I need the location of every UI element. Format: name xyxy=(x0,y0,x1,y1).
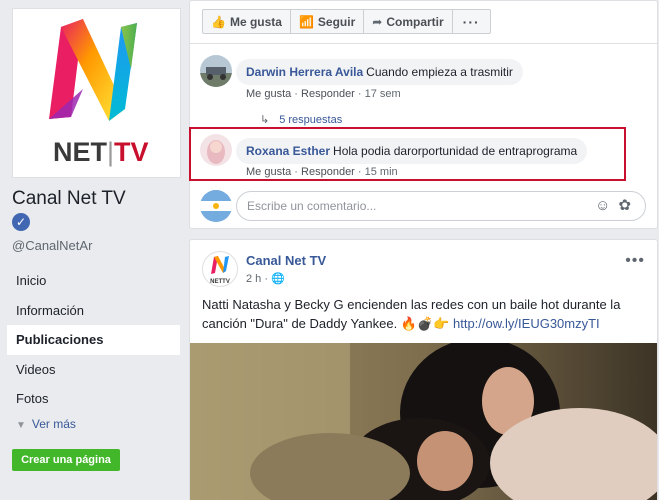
comment-like-link[interactable]: Me gusta xyxy=(246,88,291,100)
current-user-avatar[interactable] xyxy=(200,190,232,222)
nav-item-informacion[interactable]: Información xyxy=(7,296,180,326)
see-more-link[interactable]: ▼ Ver más xyxy=(16,417,76,431)
comment-time[interactable]: 17 sem xyxy=(365,88,401,100)
page-name[interactable]: Canal Net TV xyxy=(12,188,126,210)
page-profile-picture[interactable]: NET|TV xyxy=(12,8,181,178)
highlight-box xyxy=(189,127,626,181)
comment-input[interactable]: Escribe un comentario... ☺✿ xyxy=(236,191,646,221)
nav-item-publicaciones[interactable]: Publicaciones xyxy=(7,325,180,355)
like-page-button[interactable]: 👍 Me gusta xyxy=(203,10,291,33)
post-photo-image xyxy=(190,343,657,500)
comment-author-link[interactable]: Darwin Herrera Avila xyxy=(246,65,363,79)
share-arrow-icon: ➦ xyxy=(372,14,383,29)
comment-reply-link[interactable]: Responder xyxy=(301,88,355,100)
svg-text:NETTV: NETTV xyxy=(210,279,230,285)
page-action-bar: 👍 Me gusta 📶 Seguir ➦ Compartir ··· xyxy=(202,9,491,34)
more-options-button[interactable]: ··· xyxy=(453,10,490,33)
share-button[interactable]: ➦ Compartir xyxy=(364,10,453,33)
see-more-label: Ver más xyxy=(31,417,76,431)
sticker-icon[interactable]: ✿ xyxy=(618,197,639,214)
post-card: NETTV Canal Net TV 2 h · 🌐 ••• Natti Nat… xyxy=(189,239,658,500)
post-author-link[interactable]: Canal Net TV xyxy=(246,253,326,268)
comment-meta: Me gusta · Responder · 17 sem xyxy=(246,88,401,100)
follow-label: Seguir xyxy=(317,14,356,29)
net-tv-logo-small: NETTV xyxy=(210,256,230,285)
post-options-icon[interactable]: ••• xyxy=(625,252,645,270)
create-page-button[interactable]: Crear una página xyxy=(12,449,120,471)
comment-text: Cuando empieza a trasmitir xyxy=(366,65,513,79)
verified-check-icon: ✓ xyxy=(12,213,30,231)
follow-button[interactable]: 📶 Seguir xyxy=(291,10,365,33)
divider xyxy=(190,43,657,44)
thumbs-up-icon: 👍 xyxy=(211,14,226,29)
post-photo[interactable] xyxy=(190,343,657,500)
post-time-text: 2 h · xyxy=(246,273,269,285)
nav-item-fotos[interactable]: Fotos xyxy=(7,384,180,414)
post-comments-card: 👍 Me gusta 📶 Seguir ➦ Compartir ··· Darwin … xyxy=(189,0,658,229)
logo-text: NET|TV xyxy=(53,137,149,167)
replies-count: 5 respuestas xyxy=(279,114,343,126)
page-nav: Inicio Información Publicaciones Videos … xyxy=(7,266,180,414)
view-replies-link[interactable]: ↳ 5 respuestas xyxy=(260,113,342,126)
emoji-icon[interactable]: ☺ xyxy=(595,197,618,214)
comment-bubble: Darwin Herrera Avila Cuando empieza a tra… xyxy=(236,59,523,85)
nav-item-videos[interactable]: Videos xyxy=(7,355,180,385)
composer-tools: ☺✿ xyxy=(595,192,639,220)
like-page-label: Me gusta xyxy=(229,14,282,29)
share-label: Compartir xyxy=(386,14,444,29)
commenter-avatar[interactable] xyxy=(200,55,232,87)
post-timestamp[interactable]: 2 h · 🌐 xyxy=(246,272,285,285)
avatar-image xyxy=(200,190,232,222)
left-sidebar: NET|TV Canal Net TV ✓ @CanalNetAr Inicio… xyxy=(0,0,190,500)
post-text: Natti Natasha y Becky G encienden las re… xyxy=(202,295,642,333)
globe-icon: 🌐 xyxy=(271,273,285,285)
nav-item-inicio[interactable]: Inicio xyxy=(7,266,180,296)
chevron-down-icon: ▼ xyxy=(16,420,26,431)
avatar-image xyxy=(200,55,232,87)
reply-arrow-icon: ↳ xyxy=(260,114,270,126)
post-author-avatar[interactable]: NETTV xyxy=(202,251,238,287)
comment-input-placeholder: Escribe un comentario... xyxy=(247,199,377,213)
post-link[interactable]: http://ow.ly/IEUG30mzyTI xyxy=(453,316,600,331)
rss-icon: 📶 xyxy=(298,14,314,29)
page-handle[interactable]: @CanalNetAr xyxy=(12,238,92,253)
